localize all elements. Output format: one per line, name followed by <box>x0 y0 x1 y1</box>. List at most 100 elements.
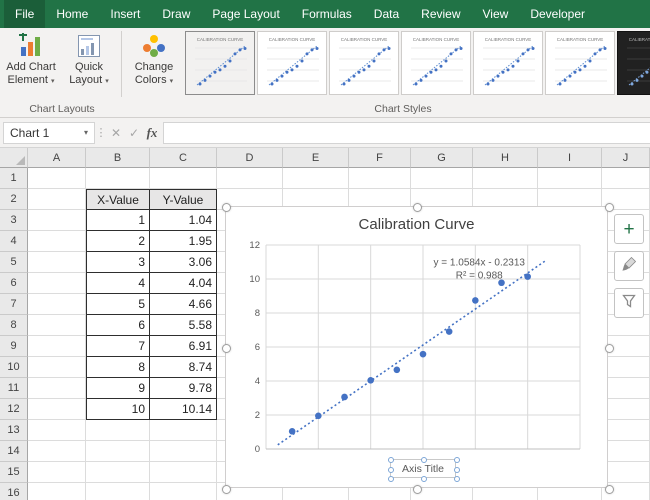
cancel-icon[interactable]: ✕ <box>107 126 125 140</box>
formula-input[interactable] <box>163 121 650 144</box>
cell-B16[interactable] <box>86 483 150 500</box>
column-header-E[interactable]: E <box>283 148 349 168</box>
cell-C6[interactable]: 4.04 <box>150 273 217 294</box>
cell-A8[interactable] <box>28 315 86 336</box>
cell-B7[interactable]: 5 <box>86 294 150 315</box>
selection-handle[interactable] <box>604 343 614 353</box>
cell-B4[interactable]: 2 <box>86 231 150 252</box>
cell-C11[interactable]: 9.78 <box>150 378 217 399</box>
selection-handle[interactable] <box>388 476 394 482</box>
chart-style-thumbnail-4[interactable]: CALIBRATION CURVE <box>401 31 471 95</box>
row-header-9[interactable]: 9 <box>0 336 28 357</box>
row-header-3[interactable]: 3 <box>0 210 28 231</box>
selection-handle[interactable] <box>454 457 460 463</box>
cell-C3[interactable]: 1.04 <box>150 210 217 231</box>
ribbon-tab-insert[interactable]: Insert <box>99 0 151 28</box>
selection-handle[interactable] <box>604 202 614 212</box>
axis-title-textbox[interactable]: Axis Title <box>388 457 460 482</box>
name-box[interactable]: Chart 1 ▾ <box>3 121 95 144</box>
selection-handle[interactable] <box>421 476 427 482</box>
name-box-dropdown-icon[interactable]: ▾ <box>84 128 88 137</box>
cell-B8[interactable]: 6 <box>86 315 150 336</box>
cell-J14[interactable] <box>602 441 650 462</box>
row-header-12[interactable]: 12 <box>0 399 28 420</box>
cell-B6[interactable]: 4 <box>86 273 150 294</box>
selection-handle[interactable] <box>221 202 231 212</box>
add-chart-element-button[interactable]: Add Chart Element ▾ <box>2 29 60 86</box>
ribbon-tab-home[interactable]: Home <box>45 0 99 28</box>
cell-A16[interactable] <box>28 483 86 500</box>
chart-style-thumbnail-6[interactable]: CALIBRATION CURVE <box>545 31 615 95</box>
cell-J13[interactable] <box>602 420 650 441</box>
selection-handle[interactable] <box>604 484 614 494</box>
cell-A6[interactable] <box>28 273 86 294</box>
chart-filters-button[interactable] <box>614 288 644 318</box>
cell-C9[interactable]: 6.91 <box>150 336 217 357</box>
selection-handle[interactable] <box>413 484 422 494</box>
ribbon-tab-review[interactable]: Review <box>410 0 471 28</box>
ribbon-tab-draw[interactable]: Draw <box>151 0 201 28</box>
enter-icon[interactable]: ✓ <box>125 126 143 140</box>
cell-C16[interactable] <box>150 483 217 500</box>
selection-handle[interactable] <box>221 343 231 353</box>
column-header-H[interactable]: H <box>473 148 538 168</box>
cell-C7[interactable]: 4.66 <box>150 294 217 315</box>
cell-D1[interactable] <box>217 168 283 189</box>
cell-A3[interactable] <box>28 210 86 231</box>
cell-C4[interactable]: 1.95 <box>150 231 217 252</box>
selection-handle[interactable] <box>221 484 231 494</box>
selection-handle[interactable] <box>388 457 394 463</box>
cell-A1[interactable] <box>28 168 86 189</box>
ribbon-tab-data[interactable]: Data <box>363 0 410 28</box>
row-header-15[interactable]: 15 <box>0 462 28 483</box>
cell-C8[interactable]: 5.58 <box>150 315 217 336</box>
chart-style-thumbnail-7[interactable]: CALIBRATION CURVE <box>617 31 650 95</box>
cell-G1[interactable] <box>411 168 473 189</box>
cell-J15[interactable] <box>602 462 650 483</box>
row-header-14[interactable]: 14 <box>0 441 28 462</box>
cell-A14[interactable] <box>28 441 86 462</box>
cell-B10[interactable]: 8 <box>86 357 150 378</box>
selection-handle[interactable] <box>421 457 427 463</box>
chart-style-thumbnail-2[interactable]: CALIBRATION CURVE <box>257 31 327 95</box>
row-header-8[interactable]: 8 <box>0 315 28 336</box>
cell-A4[interactable] <box>28 231 86 252</box>
insert-function-icon[interactable]: fx <box>143 125 161 141</box>
embedded-chart[interactable]: Calibration Curve 0 2 4 6 8 10 12 y = 1.0584x -… <box>221 202 614 494</box>
cell-C2[interactable]: Y-Value <box>150 189 217 210</box>
row-header-16[interactable]: 16 <box>0 483 28 500</box>
quick-layout-button[interactable]: Quick Layout ▾ <box>60 29 118 86</box>
cell-H1[interactable] <box>473 168 538 189</box>
row-header-2[interactable]: 2 <box>0 189 28 210</box>
row-header-11[interactable]: 11 <box>0 378 28 399</box>
cell-J12[interactable] <box>602 399 650 420</box>
cell-B11[interactable]: 9 <box>86 378 150 399</box>
ribbon-tab-page-layout[interactable]: Page Layout <box>201 0 290 28</box>
chart-style-thumbnail-1[interactable]: CALIBRATION CURVE <box>185 31 255 95</box>
row-header-5[interactable]: 5 <box>0 252 28 273</box>
cell-B13[interactable] <box>86 420 150 441</box>
column-header-D[interactable]: D <box>217 148 283 168</box>
chart-styles-button[interactable] <box>614 251 644 281</box>
ribbon-tab-view[interactable]: View <box>472 0 520 28</box>
selection-handle[interactable] <box>454 476 460 482</box>
cell-C12[interactable]: 10.14 <box>150 399 217 420</box>
row-header-6[interactable]: 6 <box>0 273 28 294</box>
column-header-G[interactable]: G <box>411 148 473 168</box>
cell-B15[interactable] <box>86 462 150 483</box>
selection-handle[interactable] <box>413 202 422 212</box>
cell-J11[interactable] <box>602 378 650 399</box>
change-colors-button[interactable]: Change Colors ▾ <box>125 29 183 86</box>
cell-B12[interactable]: 10 <box>86 399 150 420</box>
cell-A10[interactable] <box>28 357 86 378</box>
cell-C15[interactable] <box>150 462 217 483</box>
ribbon-tab-developer[interactable]: Developer <box>519 0 596 28</box>
cell-C14[interactable] <box>150 441 217 462</box>
cell-A12[interactable] <box>28 399 86 420</box>
chart-style-thumbnail-5[interactable]: CALIBRATION CURVE <box>473 31 543 95</box>
row-header-1[interactable]: 1 <box>0 168 28 189</box>
select-all-corner[interactable] <box>0 148 28 168</box>
cell-A5[interactable] <box>28 252 86 273</box>
cell-F1[interactable] <box>349 168 411 189</box>
cell-A13[interactable] <box>28 420 86 441</box>
